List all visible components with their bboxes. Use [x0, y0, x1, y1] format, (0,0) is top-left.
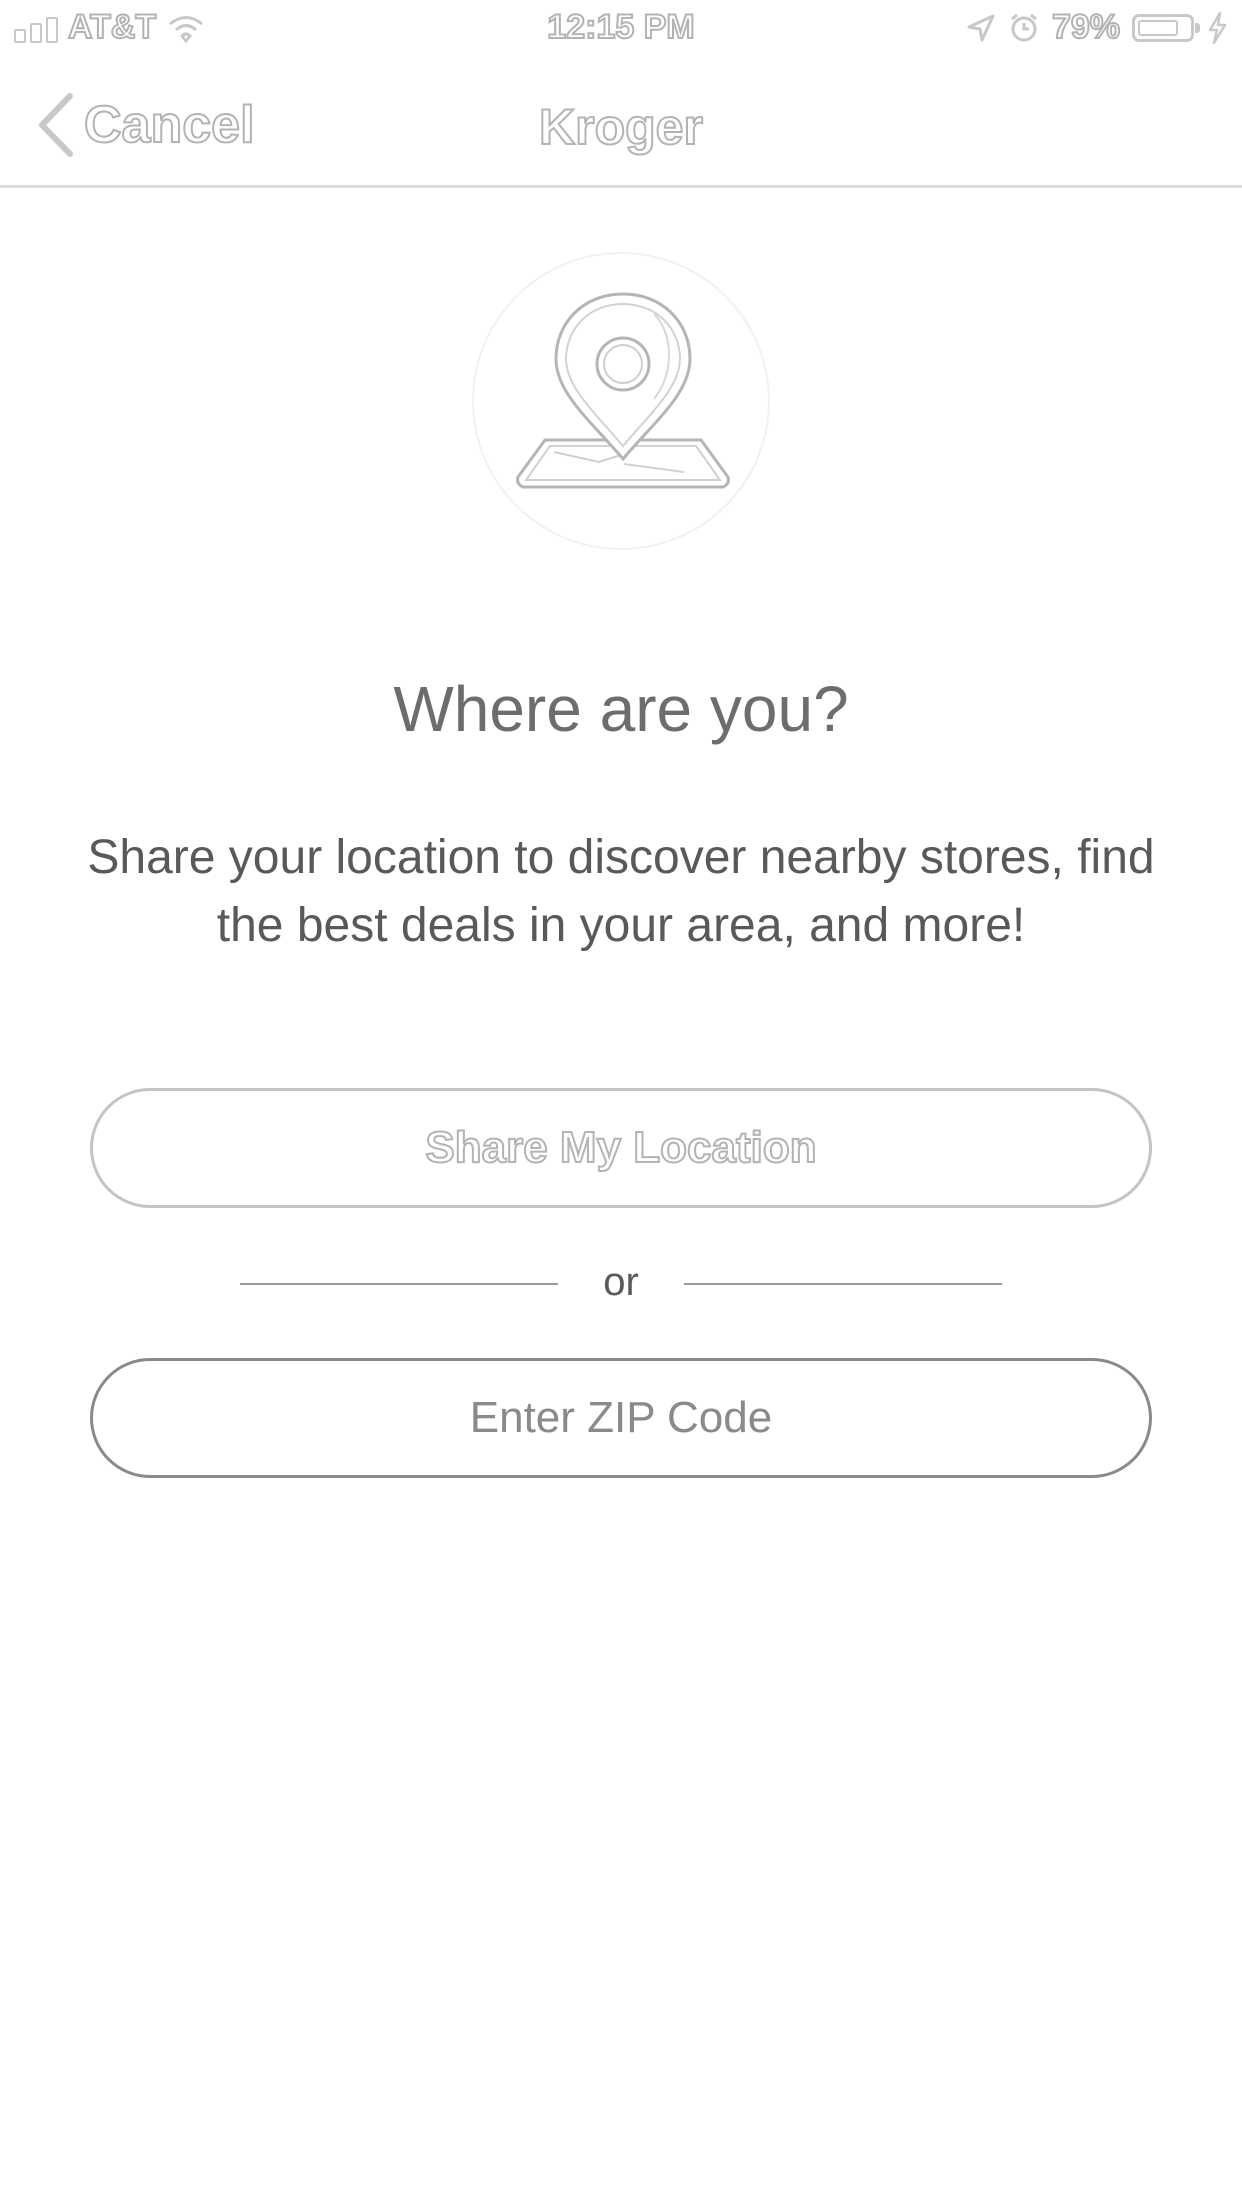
cancel-button[interactable]: Cancel	[34, 90, 256, 160]
status-bar: AT&T 12:15 PM 79%	[0, 0, 1242, 60]
location-prompt-screen: AT&T 12:15 PM 79% Cancel Kroger Where ar…	[0, 0, 1242, 2208]
battery-percent: 79%	[1051, 7, 1121, 47]
chevron-left-icon	[39, 93, 73, 157]
prompt-description: Share your location to discover nearby s…	[87, 831, 1155, 952]
charging-bolt-icon	[1208, 11, 1227, 44]
status-right: 79%	[966, 7, 1228, 47]
divider-line-right	[684, 1283, 1002, 1285]
battery-icon	[1132, 13, 1200, 42]
location-icon-circle	[472, 252, 770, 550]
cancel-label: Cancel	[83, 95, 256, 155]
map-pin-icon	[516, 292, 730, 489]
share-location-label: Share My Location	[424, 1122, 817, 1173]
or-divider: or	[0, 1256, 1242, 1312]
enter-zip-button[interactable]: Enter ZIP Code	[90, 1358, 1152, 1478]
location-arrow-icon	[967, 14, 995, 41]
prompt-heading: Where are you?	[393, 673, 849, 745]
navigation-bar: Cancel Kroger	[0, 60, 1242, 188]
alarm-icon	[1011, 13, 1037, 41]
divider-label: or	[603, 1260, 639, 1304]
share-location-button[interactable]: Share My Location	[90, 1088, 1152, 1208]
enter-zip-label: Enter ZIP Code	[469, 1393, 773, 1442]
battery-level-fill	[1138, 19, 1178, 36]
